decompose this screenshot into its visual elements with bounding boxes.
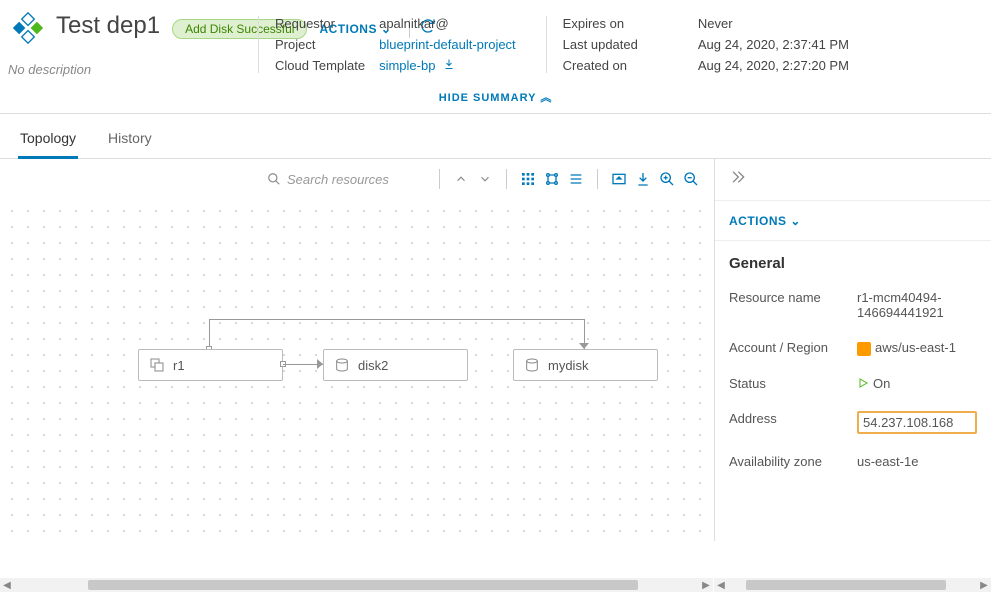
project-link[interactable]: blueprint-default-project (379, 37, 516, 52)
search-icon (267, 172, 281, 186)
vm-icon (149, 357, 165, 373)
panel-scrollbar[interactable]: ◀ ▶ (714, 578, 991, 592)
updated-value: Aug 24, 2020, 2:37:41 PM (698, 37, 849, 52)
expand-down-button[interactable] (476, 170, 494, 188)
template-link[interactable]: simple-bp (379, 58, 516, 73)
created-label: Created on (563, 58, 638, 73)
disk-icon (334, 357, 350, 373)
tabs: Topology History (0, 114, 991, 159)
prop-address: Address 54.237.108.168 (715, 401, 991, 444)
description: No description (8, 62, 91, 77)
prop-az: Availability zone us-east-1e (715, 444, 991, 479)
zoom-in-button[interactable] (658, 170, 676, 188)
scroll-thumb[interactable] (88, 580, 638, 590)
collapse-panel-button[interactable] (729, 172, 745, 189)
scroll-thumb[interactable] (746, 580, 946, 590)
collapse-up-button[interactable] (452, 170, 470, 188)
project-label: Project (275, 37, 365, 52)
graph-view-button[interactable] (543, 170, 561, 188)
scroll-right-icon[interactable]: ▶ (699, 580, 713, 591)
requestor-label: Requestor (275, 16, 365, 31)
zoom-out-button[interactable] (682, 170, 700, 188)
topology-canvas[interactable]: r1 disk2 mydisk (0, 199, 714, 541)
deployment-logo-icon (12, 12, 44, 44)
canvas-scrollbar[interactable]: ◀ ▶ (0, 578, 713, 592)
chevron-right-double-icon (729, 169, 745, 185)
aws-icon (857, 342, 871, 356)
download-button[interactable] (634, 170, 652, 188)
updated-label: Last updated (563, 37, 638, 52)
hide-summary-button[interactable]: HIDE SUMMARY ︽ (439, 92, 553, 104)
prop-status: Status On (715, 366, 991, 401)
search-input[interactable] (287, 172, 427, 187)
panel-actions-dropdown[interactable]: ACTIONS ⌄ (729, 214, 801, 228)
list-view-button[interactable] (567, 170, 585, 188)
tab-history[interactable]: History (106, 122, 154, 158)
expires-label: Expires on (563, 16, 638, 31)
tab-topology[interactable]: Topology (18, 122, 78, 159)
properties-panel: ACTIONS ⌄ General Resource name r1-mcm40… (714, 159, 991, 541)
node-mydisk[interactable]: mydisk (513, 349, 658, 381)
scroll-left-icon[interactable]: ◀ (714, 580, 728, 591)
scroll-right-icon[interactable]: ▶ (977, 580, 991, 591)
disk-icon (524, 357, 540, 373)
chevron-up-double-icon: ︽ (540, 92, 552, 104)
play-icon (857, 377, 869, 389)
node-disk2[interactable]: disk2 (323, 349, 468, 381)
scroll-left-icon[interactable]: ◀ (0, 580, 14, 591)
requestor-value: apalnitkar@ (379, 16, 516, 31)
created-value: Aug 24, 2020, 2:27:20 PM (698, 58, 849, 73)
section-title-general: General (715, 241, 991, 280)
search-box[interactable] (267, 172, 427, 187)
template-label: Cloud Template (275, 58, 365, 73)
prop-resource-name: Resource name r1-mcm40494-146694441921 (715, 280, 991, 330)
download-icon (443, 58, 455, 70)
fit-button[interactable] (610, 170, 628, 188)
canvas-panel: r1 disk2 mydisk (0, 159, 714, 541)
canvas-toolbar (0, 159, 714, 199)
grid-view-button[interactable] (519, 170, 537, 188)
node-r1[interactable]: r1 (138, 349, 283, 381)
page-title: Test dep1 (56, 12, 160, 40)
prop-account: Account / Region aws/us-east-1 (715, 330, 991, 366)
expires-value: Never (698, 16, 849, 31)
address-value-highlighted: 54.237.108.168 (857, 411, 977, 434)
edge (210, 319, 585, 320)
chevron-down-icon: ⌄ (790, 214, 801, 228)
